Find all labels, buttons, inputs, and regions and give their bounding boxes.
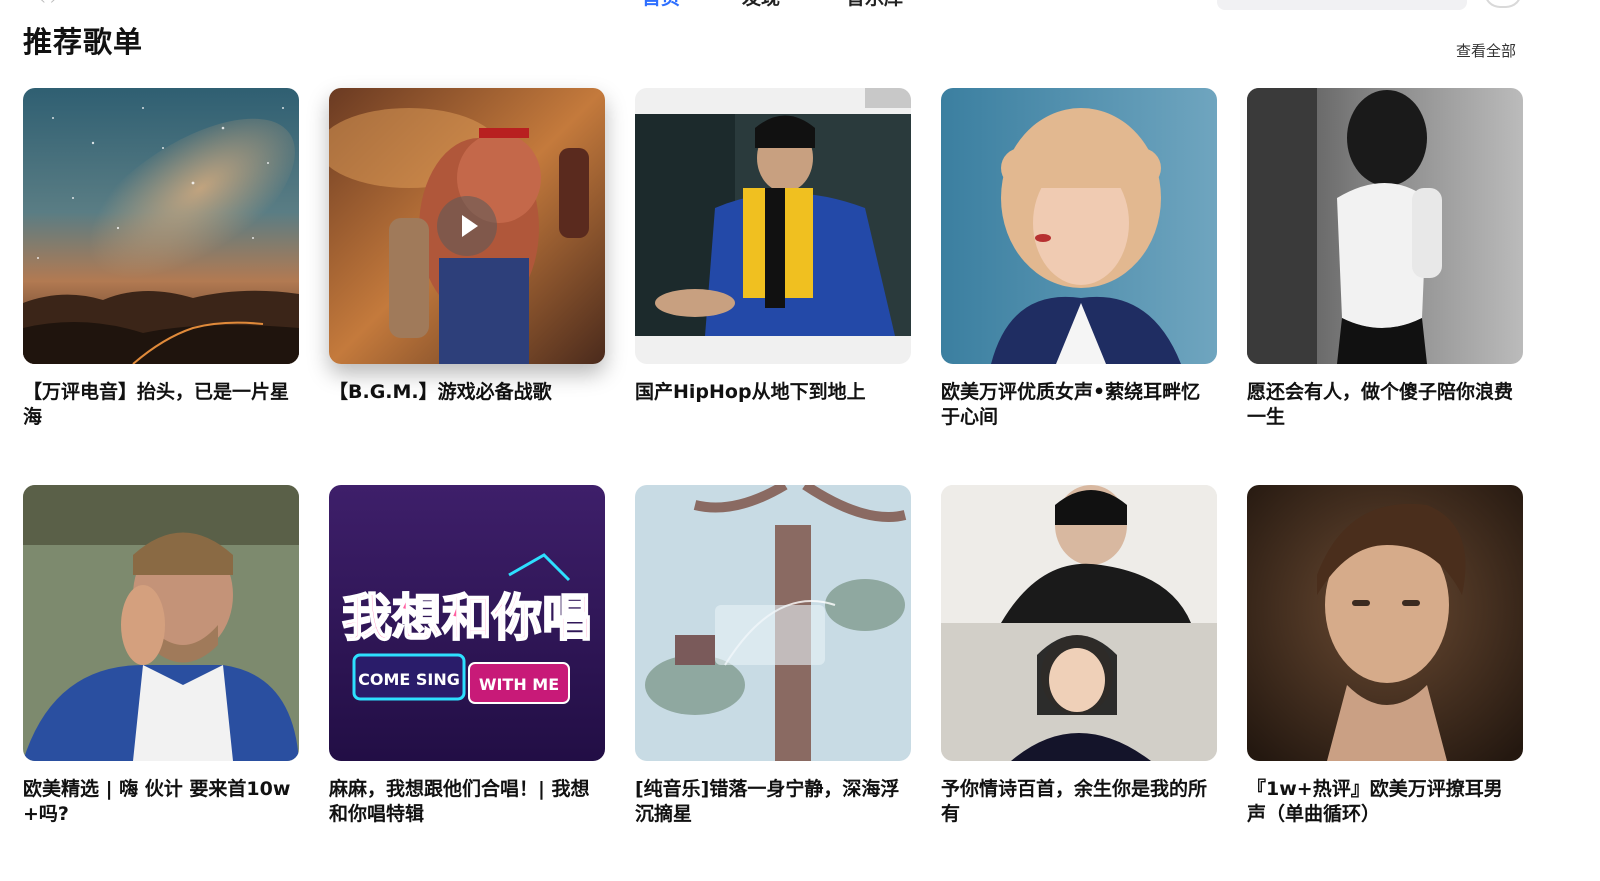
playlist-card[interactable]: 国产HipHop从地下到地上 <box>635 88 911 405</box>
playlist-title[interactable]: 国产HipHop从地下到地上 <box>635 380 905 405</box>
playlist-card[interactable]: 『1w+热评』欧美万评撩耳男声（单曲循环） <box>1247 485 1523 827</box>
playlist-card[interactable]: 欧美精选 | 嗨 伙计 要来首10w+吗? <box>23 485 299 827</box>
search-input[interactable] <box>1217 0 1467 10</box>
playlist-page: ‹ › 首页 发现 音乐库 推荐歌单 查看全部 <box>0 0 1600 881</box>
playlist-cover-image[interactable] <box>941 88 1217 364</box>
playlist-title[interactable]: 【B.G.M.】游戏必备战歌 <box>329 380 599 405</box>
show-logo-title: 我想和你唱 <box>342 589 592 647</box>
playlist-cover-image[interactable] <box>635 485 911 761</box>
playlist-title[interactable]: 麻麻，我想跟他们合唱！| 我想和你唱特辑 <box>329 777 599 827</box>
top-navigation: ‹ › 首页 发现 音乐库 <box>0 0 1600 12</box>
playlist-title[interactable]: [纯音乐]错落一身宁静，深海浮沉摘星 <box>635 777 905 827</box>
section-title: 推荐歌单 <box>23 25 144 59</box>
playlist-title[interactable]: 欧美万评优质女声•萦绕耳畔忆于心间 <box>941 380 1211 430</box>
playlist-card[interactable]: 我想和你唱 COME SING WITH ME 麻麻，我想跟他们合唱！| 我想和… <box>329 485 605 827</box>
playlist-cover-image[interactable] <box>1247 88 1523 364</box>
playlist-cover-image[interactable] <box>329 88 605 364</box>
playlist-cover-image[interactable] <box>23 88 299 364</box>
playlist-cover-image[interactable] <box>23 485 299 761</box>
playlist-card[interactable]: 欧美万评优质女声•萦绕耳畔忆于心间 <box>941 88 1217 430</box>
playlist-title[interactable]: 欧美精选 | 嗨 伙计 要来首10w+吗? <box>23 777 293 827</box>
avatar[interactable] <box>1484 0 1522 8</box>
playlist-title[interactable]: 【万评电音】抬头，已是一片星海 <box>23 380 293 430</box>
playlist-card[interactable]: [纯音乐]错落一身宁静，深海浮沉摘星 <box>635 485 911 827</box>
playlist-title[interactable]: 『1w+热评』欧美万评撩耳男声（单曲循环） <box>1247 777 1517 827</box>
playlist-card[interactable]: 愿还会有人，做个傻子陪你浪费一生 <box>1247 88 1523 430</box>
tab-home[interactable]: 首页 <box>642 0 680 8</box>
back-forward-icon[interactable]: ‹ › <box>40 0 56 8</box>
playlist-title[interactable]: 予你情诗百首，余生你是我的所有 <box>941 777 1211 827</box>
playlist-cover-image[interactable] <box>941 485 1217 761</box>
playlist-card[interactable]: 【万评电音】抬头，已是一片星海 <box>23 88 299 430</box>
playlist-cover-image[interactable] <box>1247 485 1523 761</box>
tab-discover[interactable]: 发现 <box>742 0 780 8</box>
playlist-cover-image[interactable]: 我想和你唱 COME SING WITH ME <box>329 485 605 761</box>
playlist-card[interactable]: 予你情诗百首，余生你是我的所有 <box>941 485 1217 827</box>
playlist-card[interactable]: 【B.G.M.】游戏必备战歌 <box>329 88 605 405</box>
play-icon[interactable] <box>437 196 497 256</box>
playlist-title[interactable]: 愿还会有人，做个傻子陪你浪费一生 <box>1247 380 1517 430</box>
show-logo-subtitle-2: WITH ME <box>479 675 559 694</box>
playlist-cover-image[interactable] <box>635 88 911 364</box>
show-logo-subtitle-1: COME SING <box>358 670 460 689</box>
see-all-link[interactable]: 查看全部 <box>1456 40 1516 61</box>
tab-library[interactable]: 音乐库 <box>846 0 903 8</box>
